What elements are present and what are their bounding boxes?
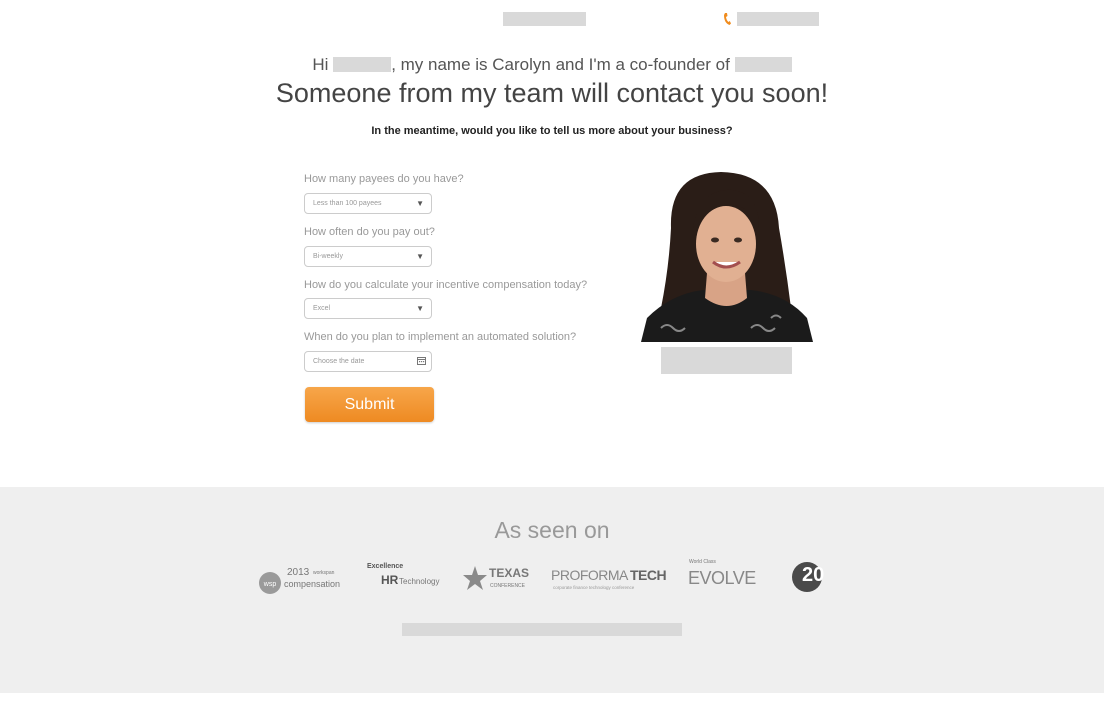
- chevron-down-icon: ▼: [416, 199, 424, 208]
- submit-button[interactable]: Submit: [305, 387, 434, 422]
- founder-photo: [641, 168, 813, 342]
- greeting-intro: , my name is Carolyn and I'm a co-founde…: [391, 55, 730, 74]
- 20-badge-logo: 20: [791, 561, 824, 593]
- calculation-method-select[interactable]: Excel ▼: [304, 298, 432, 319]
- greeting-hi: Hi: [312, 55, 329, 74]
- payees-select[interactable]: Less than 100 payees ▼: [304, 193, 432, 214]
- redacted-phone-number: [737, 12, 819, 26]
- chevron-down-icon: ▼: [416, 304, 424, 313]
- page-subtitle: In the meantime, would you like to tell …: [371, 125, 733, 137]
- star-icon: [463, 566, 487, 590]
- calendar-icon: [417, 357, 426, 365]
- payees-question: How many payees do you have?: [304, 173, 464, 185]
- chevron-down-icon: ▼: [416, 252, 424, 261]
- page-title: Someone from my team will contact you so…: [275, 78, 829, 108]
- evolve-logo: World Class EVOLVE: [688, 559, 756, 588]
- payout-frequency-question: How often do you pay out?: [304, 226, 435, 238]
- as-seen-on-title: As seen on: [494, 517, 610, 543]
- redacted-logo: [503, 12, 586, 26]
- implementation-date-field[interactable]: Choose the date: [304, 351, 432, 372]
- redacted-caption: [661, 347, 792, 374]
- payout-frequency-value: Bi-weekly: [313, 253, 343, 260]
- workspan-badge-icon: wsp: [259, 572, 281, 594]
- date-field-placeholder: Choose the date: [313, 358, 365, 365]
- redacted-name: [333, 57, 392, 72]
- payees-select-value: Less than 100 payees: [313, 200, 382, 207]
- workspan-logo: wsp 2013 workspan compensation: [258, 565, 348, 595]
- implementation-date-question: When do you plan to implement an automat…: [304, 331, 577, 343]
- payout-frequency-select[interactable]: Bi-weekly ▼: [304, 246, 432, 267]
- redacted-company: [734, 57, 792, 72]
- excellence-hr-technology-logo: Excellence HR Technology: [367, 563, 440, 587]
- phone-icon: [724, 13, 731, 25]
- svg-text:wsp: wsp: [263, 581, 277, 588]
- texas-conference-logo: TEXAS CONFERENCE: [462, 563, 534, 597]
- greeting-line: Hi , my name is Carolyn and I'm a co-fou…: [0, 55, 1104, 75]
- footer: As seen on wsp 2013 workspan compensatio…: [0, 487, 1104, 693]
- calculation-method-question: How do you calculate your incentive comp…: [304, 279, 588, 291]
- proformatech-logo: PROFORMA TECH corporate finance technolog…: [551, 567, 667, 590]
- calculation-method-value: Excel: [313, 305, 331, 312]
- redacted-footer-text: [402, 623, 682, 636]
